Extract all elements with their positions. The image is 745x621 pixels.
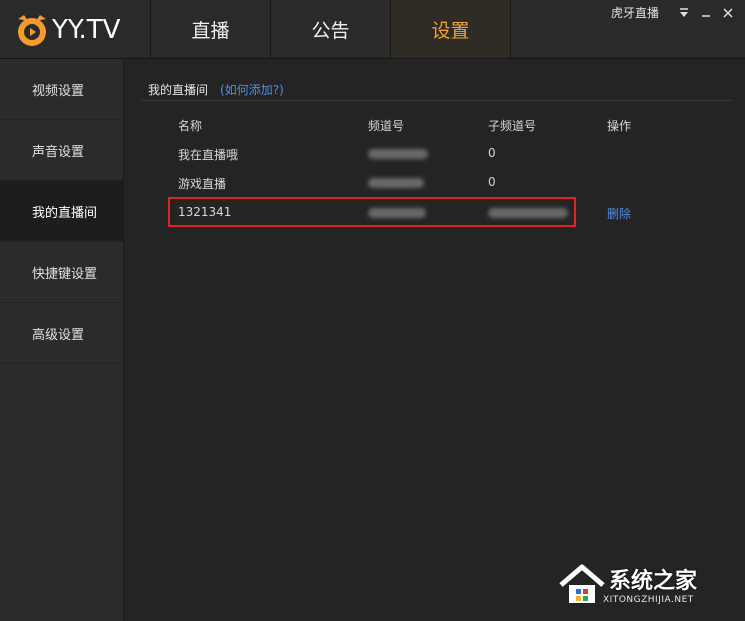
sidebar-item-my-live-room[interactable]: 我的直播间 [0,181,123,242]
table-row[interactable]: 游戏直播 0 [124,175,745,197]
close-icon[interactable] [721,6,735,20]
sub-channel-id: 0 [488,146,496,160]
highlight-box [168,197,576,227]
logo-text: YY.TV [52,15,121,45]
column-header-sub-channel: 子频道号 [488,119,537,133]
sub-channel-id: 0 [488,175,496,189]
tab-settings[interactable]: 设置 [390,0,511,58]
window-controls: 虎牙直播 [611,4,735,21]
sidebar-item-audio-settings[interactable]: 声音设置 [0,120,123,181]
sidebar-item-hotkey-settings[interactable]: 快捷键设置 [0,242,123,303]
sidebar-item-video-settings[interactable]: 视频设置 [0,59,123,120]
delete-link[interactable]: 删除 [607,205,631,222]
settings-sidebar: 视频设置 声音设置 我的直播间 快捷键设置 高级设置 [0,59,124,621]
main-nav: 直播 公告 设置 [150,0,511,58]
column-header-channel: 频道号 [368,119,405,133]
minimize-icon[interactable] [699,6,713,20]
watermark-url: XITONGZHIJIA.NET [603,595,694,605]
channel-id-redacted [368,146,428,160]
yy-logo: YY.TV [14,12,120,48]
settings-content: 我的直播间 (如何添加?) 名称 频道号 子频道号 操作 我在直播哦 0 游戏直播… [124,59,745,621]
channel-id-redacted [368,175,424,189]
table-header: 名称 频道号 子频道号 操作 [124,117,745,137]
yy-logo-icon [18,15,46,46]
menu-dropdown-icon[interactable] [677,6,691,20]
sidebar-item-advanced-settings[interactable]: 高级设置 [0,303,123,364]
channel-name[interactable]: 虎牙直播 [611,4,659,21]
section-title: 我的直播间 (如何添加?) [148,81,284,98]
title-bar: YY.TV 直播 公告 设置 虎牙直播 [0,0,745,59]
how-to-add-link[interactable]: (如何添加?) [220,83,284,97]
tab-live[interactable]: 直播 [150,0,270,58]
tab-announcement[interactable]: 公告 [270,0,390,58]
section-title-text: 我的直播间 [148,83,209,97]
watermark: 系统之家 XITONGZHIJIA.NET [557,559,737,615]
column-header-name: 名称 [178,119,203,133]
watermark-brand: 系统之家 [609,569,698,594]
room-name: 游戏直播 [178,177,227,191]
table-row[interactable]: 我在直播哦 0 [124,146,745,168]
house-logo-icon [559,564,605,603]
section-divider [142,100,732,101]
column-header-action: 操作 [607,119,632,133]
room-name: 我在直播哦 [178,148,239,162]
